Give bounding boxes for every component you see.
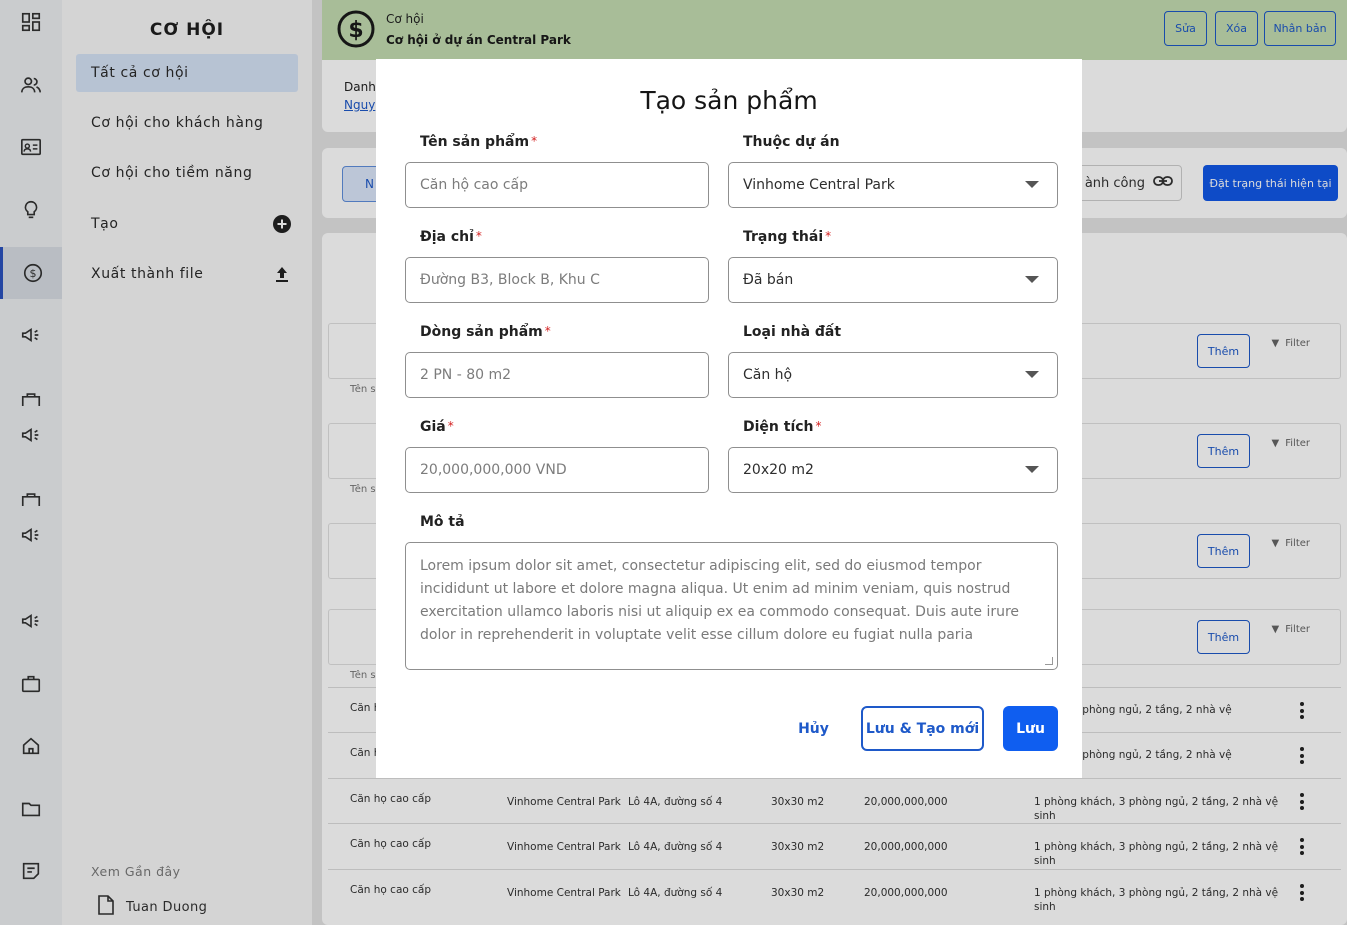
description-label: Mô tả bbox=[420, 514, 465, 530]
status-select[interactable]: Đã bán bbox=[728, 257, 1058, 303]
address-label: Địa chỉ * bbox=[420, 229, 482, 245]
description-textarea[interactable]: Lorem ipsum dolor sit amet, consectetur … bbox=[405, 542, 1058, 670]
description-text: Lorem ipsum dolor sit amet, consectetur … bbox=[420, 558, 1020, 643]
address-input[interactable]: Đường B3, Block B, Khu C bbox=[405, 257, 709, 303]
create-product-modal: Tạo sản phẩm Tên sản phẩm * Căn hộ cao cấ… bbox=[376, 59, 1082, 778]
project-value: Vinhome Central Park bbox=[743, 177, 895, 193]
project-select[interactable]: Vinhome Central Park bbox=[728, 162, 1058, 208]
product-name-input[interactable]: Căn hộ cao cấp bbox=[405, 162, 709, 208]
required-mark: * bbox=[447, 419, 454, 433]
status-label: Trạng thái * bbox=[743, 229, 832, 245]
price-input[interactable]: 20,000,000,000 VND bbox=[405, 447, 709, 493]
required-mark: * bbox=[825, 229, 832, 243]
cancel-button[interactable]: Hủy bbox=[781, 707, 846, 751]
required-mark: * bbox=[475, 229, 482, 243]
required-mark: * bbox=[531, 134, 538, 148]
project-label: Thuộc dự án bbox=[743, 134, 840, 150]
save-and-new-button[interactable]: Lưu & Tạo mới bbox=[861, 706, 984, 751]
product-line-label: Dòng sản phẩm * bbox=[420, 324, 551, 340]
modal-title: Tạo sản phẩm bbox=[640, 86, 818, 115]
area-label: Diện tích * bbox=[743, 419, 822, 435]
caret-down-icon bbox=[1025, 371, 1039, 378]
required-mark: * bbox=[815, 419, 822, 433]
area-select[interactable]: 20x20 m2 bbox=[728, 447, 1058, 493]
product-line-input[interactable]: 2 PN - 80 m2 bbox=[405, 352, 709, 398]
land-type-label: Loại nhà đất bbox=[743, 324, 842, 340]
land-type-value: Căn hộ bbox=[743, 367, 793, 383]
resize-handle[interactable] bbox=[1045, 657, 1053, 665]
caret-down-icon bbox=[1025, 181, 1039, 188]
price-label: Giá * bbox=[420, 419, 454, 435]
caret-down-icon bbox=[1025, 276, 1039, 283]
area-value: 20x20 m2 bbox=[743, 462, 814, 478]
required-mark: * bbox=[544, 324, 551, 338]
save-button[interactable]: Lưu bbox=[1003, 706, 1058, 751]
caret-down-icon bbox=[1025, 466, 1039, 473]
product-name-label: Tên sản phẩm * bbox=[420, 134, 538, 150]
land-type-select[interactable]: Căn hộ bbox=[728, 352, 1058, 398]
status-value: Đã bán bbox=[743, 272, 794, 288]
